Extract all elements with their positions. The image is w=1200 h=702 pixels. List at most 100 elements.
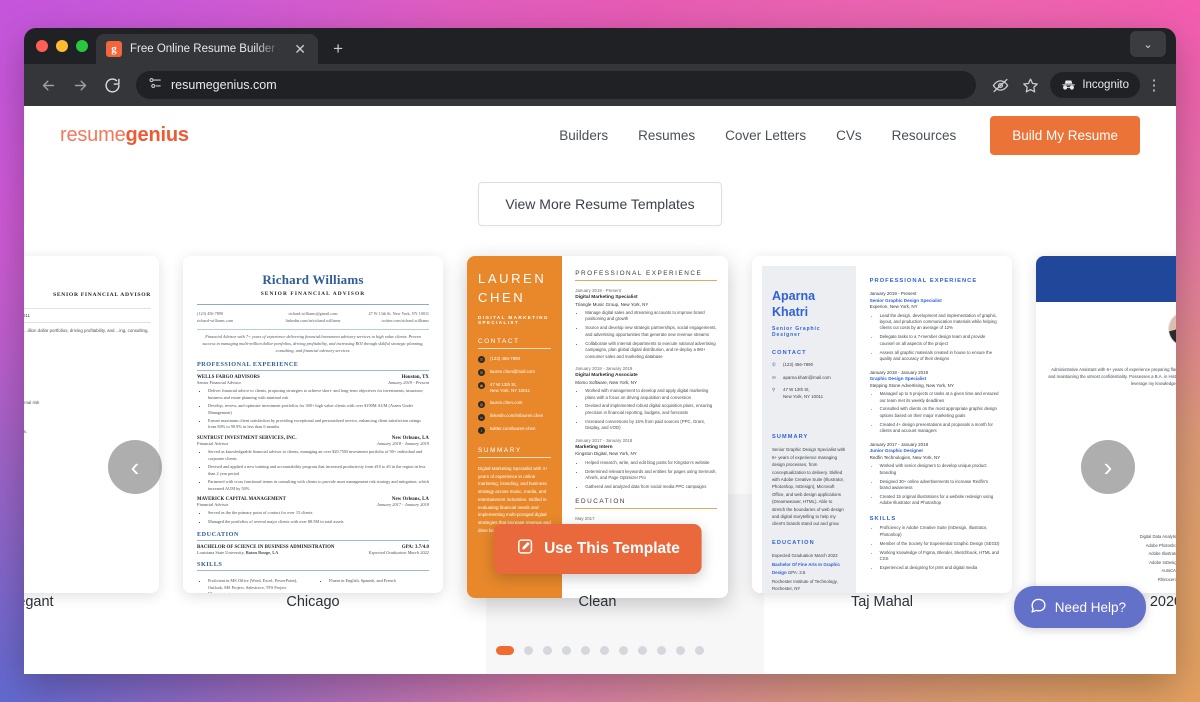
maximize-window-button[interactable]: [76, 40, 88, 52]
taj-job-2: January 2018 - January 2019 Graphic Desi…: [870, 370, 1000, 435]
clean-first-name: LAUREN: [478, 271, 547, 286]
taj-job-2-dates: January 2018 - January 2019: [869, 369, 929, 375]
pagination-dot-10[interactable]: [676, 646, 685, 655]
y2020-skill-row: Adobe InDesign75%: [1044, 560, 1176, 565]
pagination-dot-5[interactable]: [581, 646, 590, 655]
close-window-button[interactable]: [36, 40, 48, 52]
taj-job-1-bullet-2: Delegate tasks to a 7-member design team…: [880, 334, 1000, 347]
chicago-job-3-dates: January 2017 - January 2018: [376, 502, 429, 508]
clean-job-3-bullet-1: Helped research, write, and edit blog po…: [585, 460, 717, 466]
chicago-job-2: SUNTRUST INVESTMENT SERVICES, INC. New Or…: [197, 436, 429, 492]
elegant-role: SENIOR FINANCIAL ADVISOR: [53, 292, 151, 298]
y2020-edu-honors: Honors: cum laude (GPA: 3.6/4.0): [1046, 428, 1176, 435]
taj-job-1-bullet-1: Lead the design, development and impleme…: [880, 313, 1000, 332]
pagination-dot-6[interactable]: [600, 646, 609, 655]
bookmark-star-icon[interactable]: [1016, 71, 1044, 99]
use-this-template-button[interactable]: Use This Template: [493, 524, 702, 574]
chicago-job-1-bullet-1: Deliver financial advice to clients, pro…: [208, 388, 429, 401]
nav-item-cvs[interactable]: CVs: [836, 128, 862, 143]
close-tab-icon[interactable]: ✕: [290, 39, 310, 59]
need-help-label: Need Help?: [1054, 599, 1126, 615]
nav-item-resumes[interactable]: Resumes: [638, 128, 695, 143]
carousel-prev-button[interactable]: ‹: [108, 440, 162, 494]
y2020-name: LAURE: [1036, 268, 1176, 284]
browser-tab[interactable]: g Free Online Resume Builder - ✕: [96, 34, 319, 64]
template-card-clean[interactable]: LAUREN CHEN DIGITAL MARKETING SPECIALIST…: [467, 256, 728, 598]
clean-last-name: CHEN: [478, 289, 526, 305]
pagination-dot-9[interactable]: [657, 646, 666, 655]
view-more-resume-templates-button[interactable]: View More Resume Templates: [478, 182, 722, 226]
browser-menu-icon[interactable]: ⋮: [1142, 78, 1166, 93]
taj-edu-school: Rochester Institute of Technology, Roche…: [772, 578, 838, 592]
envelope-icon: ✉: [772, 374, 776, 380]
taj-job-1-title: Senior Graphic Design Specialist: [869, 297, 942, 303]
taj-skill-2: Member of the Society for Experiential G…: [880, 541, 1000, 547]
chicago-twitter: twitter.com/richard.williams: [381, 318, 429, 324]
minimize-window-button[interactable]: [56, 40, 68, 52]
reload-icon[interactable]: [98, 71, 126, 99]
pagination-dot-4[interactable]: [562, 646, 571, 655]
nav-item-builders[interactable]: Builders: [559, 128, 608, 143]
chicago-job-1: WELLS FARGO ADVISORS Houston, TX Senior F…: [197, 375, 429, 431]
clean-contact-heading: CONTACT: [478, 337, 520, 345]
taj-skill-1: Proficiency in Adobe Creative Suite (InD…: [880, 525, 1000, 538]
carousel-next-button[interactable]: ›: [1081, 440, 1135, 494]
chicago-job-2-bullet-2: Devised and applied a new training and a…: [208, 464, 429, 477]
chicago-job-2-dates: January 2018 - January 2019: [376, 441, 429, 447]
new-tab-icon[interactable]: +: [328, 39, 348, 59]
nav-item-resources[interactable]: Resources: [892, 128, 957, 143]
template-carousel: SENIOR FINANCIAL ADVISOR 47 W 13th St, N…: [24, 256, 1176, 674]
template-card-elegant[interactable]: SENIOR FINANCIAL ADVISOR 47 W 13th St, N…: [24, 256, 159, 593]
chicago-school: Louisiana State University,: [197, 550, 245, 556]
y2020-section-summary: SUMMARY: [1036, 356, 1176, 362]
pagination-dot-3[interactable]: [543, 646, 552, 655]
chicago-skills: Proficient in MS Office (Word, Excel, Po…: [197, 575, 429, 593]
view-more-wrapper: View More Resume Templates: [24, 182, 1176, 226]
clean-contact-address: ◉ 47 W 13th St, New York, NY 10011: [478, 381, 531, 394]
pagination-dot-7[interactable]: [619, 646, 628, 655]
incognito-indicator[interactable]: Incognito: [1050, 72, 1140, 98]
pagination-dot-11[interactable]: [695, 646, 704, 655]
address-bar[interactable]: resumegenius.com: [136, 71, 977, 99]
taj-contact-phone: ✆ (123) 456-7890: [772, 362, 814, 367]
template-name-elegant: Elegant: [24, 594, 54, 610]
template-card-chicago[interactable]: Richard Williams SENIOR FINANCIAL ADVISO…: [183, 256, 443, 593]
pagination-dot-2[interactable]: [524, 646, 533, 655]
forward-icon[interactable]: [66, 71, 94, 99]
chicago-linkedin: linkedin.com/in/richard.williams: [285, 318, 341, 324]
chicago-website: richard-williams.com: [197, 318, 233, 324]
chicago-job-3-bullet-2: Managed the portfolios of several major …: [208, 519, 429, 526]
taj-summary: Senior Graphic Design Specialist with 6+…: [772, 447, 846, 527]
back-icon[interactable]: [34, 71, 62, 99]
template-name-taj-mahal: Taj Mahal: [850, 594, 914, 610]
taj-job-2-bullet-2: Consulted with clients on the most appro…: [880, 406, 1000, 419]
pagination-dot-1[interactable]: [496, 646, 514, 655]
chicago-contact-row-1: (123) 456-7890 richard.williams@gmail.co…: [197, 310, 429, 317]
tab-search-chevron-down-icon[interactable]: ⌄: [1130, 31, 1166, 57]
taj-education-heading: EDUCATION: [772, 539, 815, 546]
site-settings-icon[interactable]: [148, 76, 162, 95]
template-card-2020[interactable]: LAURE DIGITAL MARK SUMMARY Administrativ…: [1036, 256, 1176, 593]
taj-role: Senior Graphic Designer: [772, 326, 821, 338]
nav-item-cover-letters[interactable]: Cover Letters: [725, 128, 806, 143]
need-help-button[interactable]: Need Help?: [1013, 586, 1146, 628]
phone-icon: ✆: [478, 356, 485, 364]
y2020-skill-row: AutoCAD95%: [1044, 568, 1176, 573]
chicago-section-skills: SKILLS: [197, 561, 223, 569]
favicon-resumegenius: g: [106, 41, 122, 57]
template-names-row: Elegant Chicago Clean Taj Mahal 2020: [24, 594, 1176, 610]
chicago-job-1-bullet-2: Develop, review, and optimize investment…: [208, 403, 429, 416]
chicago-job-1-bullet-3: Ensure maximum client satisfaction by pr…: [208, 418, 429, 431]
taj-job-3: January 2017 - January 2018 Junior Graph…: [870, 442, 1000, 507]
elegant-contact: 47 W 13th St, New York, NY 10011: [24, 313, 31, 318]
site-logo[interactable]: resumegenius: [60, 124, 189, 147]
eye-off-icon[interactable]: [986, 71, 1014, 99]
web-page: resumegenius Builders Resumes Cover Lett…: [24, 106, 1176, 674]
template-card-taj-mahal[interactable]: Aparna Khatri Senior Graphic Designer CO…: [752, 256, 1012, 593]
y2020-skill-row: Digital Data Analytics80%: [1044, 534, 1176, 539]
taj-contact-email: ✉ aparna.khatri@mail.com: [772, 374, 831, 380]
pagination-dot-8[interactable]: [638, 646, 647, 655]
build-my-resume-button[interactable]: Build My Resume: [990, 115, 1140, 155]
taj-job-1-company: Experion, New York, NY: [869, 304, 918, 309]
window-traffic-lights[interactable]: [36, 28, 96, 64]
